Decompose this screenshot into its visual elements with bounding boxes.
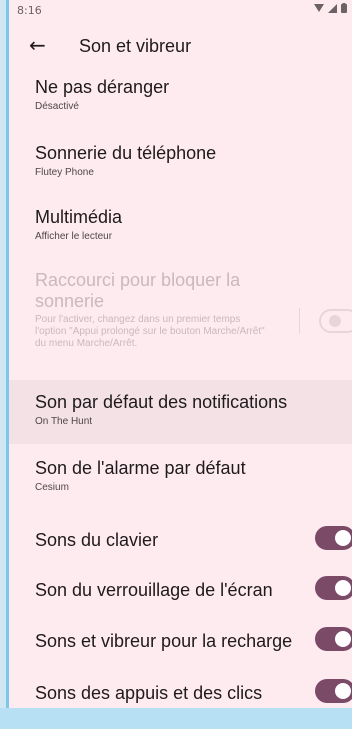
setting-son-verrouillage[interactable]: Son du verrouillage de l'écran	[9, 562, 352, 612]
setting-title: Raccourci pour bloquer la sonnerie	[35, 270, 241, 311]
battery-icon	[341, 3, 347, 13]
setting-son-notifications[interactable]: Son par défaut des notifications On The …	[9, 380, 352, 444]
page-title: Son et vibreur	[79, 36, 192, 56]
bottom-panel	[0, 708, 352, 729]
setting-title: Sons des appuis et des clics	[35, 683, 263, 703]
status-time: 8:16	[17, 4, 42, 17]
setting-title: Multimédia	[35, 207, 123, 227]
setting-title: Sons du clavier	[35, 530, 159, 550]
setting-title: Son du verrouillage de l'écran	[35, 580, 273, 600]
settings-list: Ne pas déranger Désactivé Sonnerie du té…	[9, 72, 352, 704]
settings-window: 8:16 ← Son et vibreur Ne pas déranger Dé…	[6, 0, 352, 729]
setting-subtitle: On The Hunt	[35, 416, 93, 427]
setting-subtitle: Afficher le lecteur	[35, 231, 113, 242]
setting-sons-recharge[interactable]: Sons et vibreur pour la recharge	[9, 612, 352, 664]
status-icons	[314, 3, 347, 13]
setting-subtitle: Désactivé	[35, 101, 79, 112]
status-bar: 8:16	[9, 0, 352, 22]
back-arrow-icon[interactable]: ←	[29, 33, 46, 57]
setting-sons-clavier[interactable]: Sons du clavier	[9, 512, 352, 562]
setting-son-alarme[interactable]: Son de l'alarme par défaut Cesium	[9, 444, 352, 512]
sons-clavier-toggle[interactable]	[315, 526, 352, 550]
divider	[299, 308, 300, 334]
signal-icon	[328, 3, 337, 13]
setting-title: Sons et vibreur pour la recharge	[35, 631, 293, 651]
top-app-bar: ← Son et vibreur	[9, 22, 352, 74]
wifi-icon	[314, 4, 324, 12]
setting-raccourci-bloquer-sonnerie: Raccourci pour bloquer la sonnerie Pour …	[9, 260, 352, 380]
setting-multimedia[interactable]: Multimédia Afficher le lecteur	[9, 195, 352, 260]
setting-title: Ne pas déranger	[35, 77, 170, 97]
setting-sonnerie-telephone[interactable]: Sonnerie du téléphone Flutey Phone	[9, 130, 352, 195]
setting-title: Son de l'alarme par défaut	[35, 458, 246, 478]
bloquer-sonnerie-toggle	[319, 309, 352, 333]
setting-subtitle: Pour l'activer, changez dans un premier …	[35, 314, 265, 349]
setting-subtitle: Flutey Phone	[35, 167, 94, 178]
sons-recharge-toggle[interactable]	[315, 627, 352, 651]
sons-appuis-toggle[interactable]	[315, 679, 352, 703]
setting-title: Sonnerie du téléphone	[35, 143, 217, 163]
setting-sons-appuis-clics[interactable]: Sons des appuis et des clics	[9, 664, 352, 704]
setting-subtitle: Cesium	[35, 482, 69, 493]
setting-title: Son par défaut des notifications	[35, 392, 288, 412]
setting-ne-pas-deranger[interactable]: Ne pas déranger Désactivé	[9, 72, 352, 130]
son-verrouillage-toggle[interactable]	[315, 576, 352, 600]
